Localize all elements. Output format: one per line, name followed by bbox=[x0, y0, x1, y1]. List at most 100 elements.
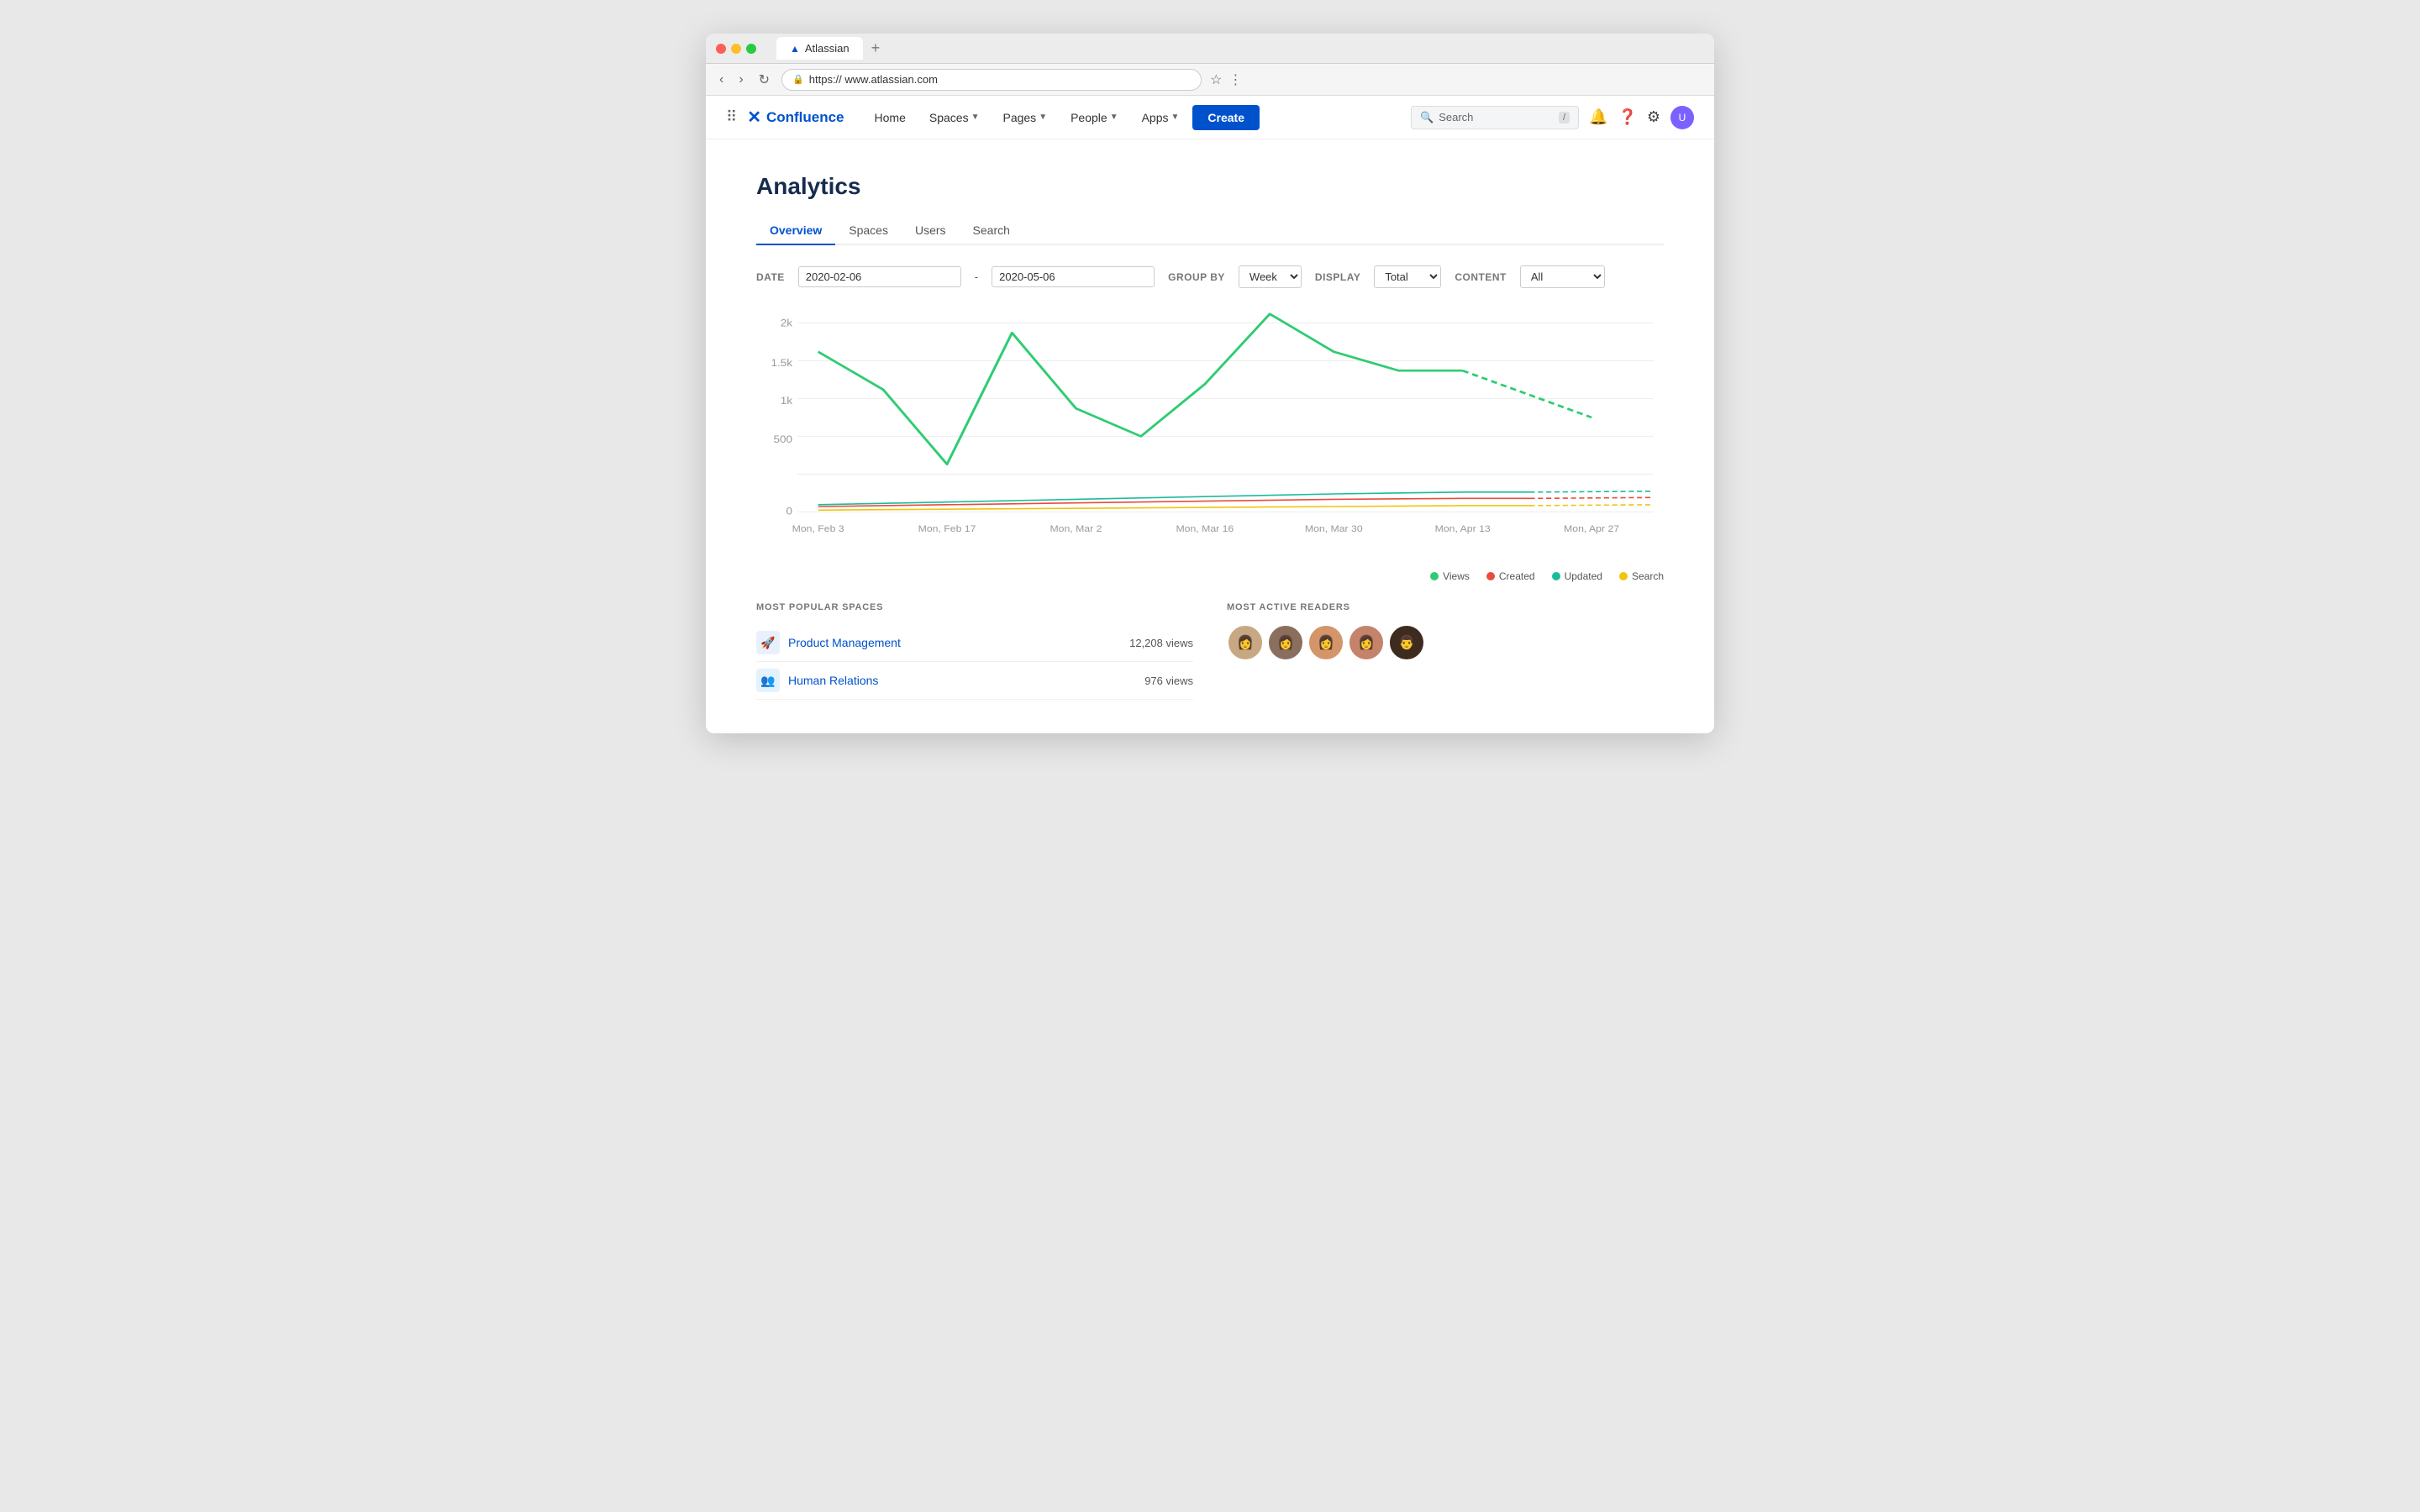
reader-avatar-2[interactable]: 👩 bbox=[1267, 624, 1304, 661]
nav-apps[interactable]: Apps ▼ bbox=[1132, 106, 1190, 129]
filters-row: DATE - GROUP BY Week Day Month DISPLAY T… bbox=[756, 265, 1664, 288]
new-tab-button[interactable]: + bbox=[866, 39, 886, 57]
reader-avatars: 👩 👩 👩 👩 👨 bbox=[1227, 624, 1664, 661]
url-bar[interactable]: 🔒 https:// www.atlassian.com bbox=[781, 69, 1202, 91]
active-readers-title: MOST ACTIVE READERS bbox=[1227, 602, 1664, 612]
nav-spaces[interactable]: Spaces ▼ bbox=[919, 106, 990, 129]
group-by-select[interactable]: Week Day Month bbox=[1239, 265, 1302, 288]
svg-text:Mon, Mar 2: Mon, Mar 2 bbox=[1050, 525, 1102, 534]
display-select[interactable]: Total Unique bbox=[1374, 265, 1441, 288]
svg-text:2k: 2k bbox=[781, 318, 793, 328]
svg-text:0: 0 bbox=[786, 506, 792, 517]
people-label: People bbox=[1071, 111, 1107, 124]
reader-avatar-1[interactable]: 👩 bbox=[1227, 624, 1264, 661]
back-button[interactable]: ‹ bbox=[716, 71, 727, 89]
views-dot bbox=[1430, 572, 1439, 580]
maximize-button[interactable] bbox=[746, 44, 756, 54]
svg-text:Mon, Mar 30: Mon, Mar 30 bbox=[1305, 525, 1363, 534]
conf-nav-items: Home Spaces ▼ Pages ▼ People ▼ Apps ▼ Cr… bbox=[865, 105, 1412, 130]
lock-icon: 🔒 bbox=[792, 74, 804, 85]
active-tab[interactable]: ▲ Atlassian bbox=[776, 37, 863, 60]
confluence-logo-text: Confluence bbox=[766, 109, 844, 126]
traffic-lights bbox=[716, 44, 756, 54]
page-title: Analytics bbox=[756, 173, 1664, 200]
tab-label: Atlassian bbox=[805, 42, 850, 55]
legend-created: Created bbox=[1486, 570, 1535, 582]
bell-icon[interactable]: 🔔 bbox=[1589, 108, 1607, 126]
date-to-input[interactable] bbox=[992, 266, 1155, 287]
tab-overview[interactable]: Overview bbox=[756, 217, 835, 245]
user-avatar[interactable]: U bbox=[1670, 106, 1694, 129]
date-separator: - bbox=[975, 270, 978, 283]
space-name-product[interactable]: Product Management bbox=[788, 636, 1121, 649]
url-text: https:// www.atlassian.com bbox=[809, 73, 938, 86]
space-icon-hr: 👥 bbox=[756, 669, 780, 692]
minimize-button[interactable] bbox=[731, 44, 741, 54]
search-legend-label: Search bbox=[1632, 570, 1664, 582]
confluence-logo[interactable]: ✕ Confluence bbox=[747, 107, 844, 128]
help-icon[interactable]: ❓ bbox=[1618, 108, 1636, 126]
apps-dropdown-icon: ▼ bbox=[1171, 113, 1180, 122]
pages-label: Pages bbox=[1002, 111, 1036, 124]
space-name-hr[interactable]: Human Relations bbox=[788, 674, 1136, 687]
svg-text:1k: 1k bbox=[781, 396, 793, 407]
group-by-label: GROUP BY bbox=[1168, 271, 1225, 283]
address-bar: ‹ › ↻ 🔒 https:// www.atlassian.com ☆ ⋮ bbox=[706, 64, 1714, 96]
date-filter-label: DATE bbox=[756, 271, 785, 283]
settings-icon[interactable]: ⚙ bbox=[1647, 108, 1660, 126]
legend-views: Views bbox=[1430, 570, 1470, 582]
tab-search[interactable]: Search bbox=[960, 217, 1023, 245]
space-icon-product: 🚀 bbox=[756, 631, 780, 654]
svg-text:Mon, Apr 13: Mon, Apr 13 bbox=[1435, 525, 1491, 534]
content-filter-label: CONTENT bbox=[1455, 271, 1507, 283]
browser-window: ▲ Atlassian + ‹ › ↻ 🔒 https:// www.atlas… bbox=[706, 34, 1714, 733]
apps-label: Apps bbox=[1142, 111, 1169, 124]
tab-users[interactable]: Users bbox=[902, 217, 960, 245]
address-bar-right: ☆ ⋮ bbox=[1210, 71, 1242, 88]
refresh-button[interactable]: ↻ bbox=[755, 70, 773, 90]
updated-label: Updated bbox=[1565, 570, 1602, 582]
spaces-dropdown-icon: ▼ bbox=[971, 113, 980, 122]
content-select[interactable]: All Pages Blog Posts bbox=[1520, 265, 1605, 288]
confluence-nav: ⠿ ✕ Confluence Home Spaces ▼ Pages ▼ Peo… bbox=[706, 96, 1714, 139]
pages-dropdown-icon: ▼ bbox=[1039, 113, 1047, 122]
date-from-input[interactable] bbox=[798, 266, 961, 287]
confluence-logo-icon: ✕ bbox=[747, 107, 761, 128]
search-shortcut: / bbox=[1559, 112, 1570, 123]
browser-titlebar: ▲ Atlassian + bbox=[706, 34, 1714, 64]
close-button[interactable] bbox=[716, 44, 726, 54]
forward-button[interactable]: › bbox=[735, 71, 746, 89]
svg-text:Mon, Apr 27: Mon, Apr 27 bbox=[1564, 525, 1619, 534]
search-dot bbox=[1619, 572, 1628, 580]
chart-container: 2k 1.5k 1k 500 0 Mon, Feb 3 Mon, Feb 17 … bbox=[756, 305, 1664, 557]
svg-text:500: 500 bbox=[773, 434, 792, 445]
nav-icons: 🔔 ❓ ⚙ U bbox=[1589, 106, 1694, 129]
views-label: Views bbox=[1443, 570, 1470, 582]
create-button[interactable]: Create bbox=[1192, 105, 1260, 130]
bookmark-icon[interactable]: ☆ bbox=[1210, 71, 1222, 88]
search-bar[interactable]: 🔍 Search / bbox=[1411, 106, 1579, 129]
tab-spaces[interactable]: Spaces bbox=[835, 217, 902, 245]
legend-updated: Updated bbox=[1552, 570, 1602, 582]
nav-home[interactable]: Home bbox=[865, 106, 916, 129]
svg-text:1.5k: 1.5k bbox=[771, 358, 792, 369]
reader-avatar-3[interactable]: 👩 bbox=[1307, 624, 1344, 661]
page-content: Analytics Overview Spaces Users Search D… bbox=[706, 139, 1714, 733]
analytics-chart: 2k 1.5k 1k 500 0 Mon, Feb 3 Mon, Feb 17 … bbox=[756, 305, 1664, 557]
space-views-product: 12,208 views bbox=[1129, 637, 1193, 649]
search-placeholder: Search bbox=[1439, 111, 1473, 123]
nav-people[interactable]: People ▼ bbox=[1060, 106, 1128, 129]
chart-legend: Views Created Updated Search bbox=[756, 570, 1664, 582]
created-label: Created bbox=[1499, 570, 1535, 582]
grid-icon[interactable]: ⠿ bbox=[726, 108, 737, 126]
reader-avatar-4[interactable]: 👩 bbox=[1348, 624, 1385, 661]
svg-text:Mon, Mar 16: Mon, Mar 16 bbox=[1176, 525, 1234, 534]
space-row-2: 👥 Human Relations 976 views bbox=[756, 662, 1193, 700]
more-icon[interactable]: ⋮ bbox=[1228, 71, 1242, 88]
people-dropdown-icon: ▼ bbox=[1110, 113, 1118, 122]
reader-avatar-5[interactable]: 👨 bbox=[1388, 624, 1425, 661]
space-row: 🚀 Product Management 12,208 views bbox=[756, 624, 1193, 662]
popular-spaces-title: MOST POPULAR SPACES bbox=[756, 602, 1193, 612]
popular-spaces-section: MOST POPULAR SPACES 🚀 Product Management… bbox=[756, 602, 1193, 700]
nav-pages[interactable]: Pages ▼ bbox=[992, 106, 1057, 129]
